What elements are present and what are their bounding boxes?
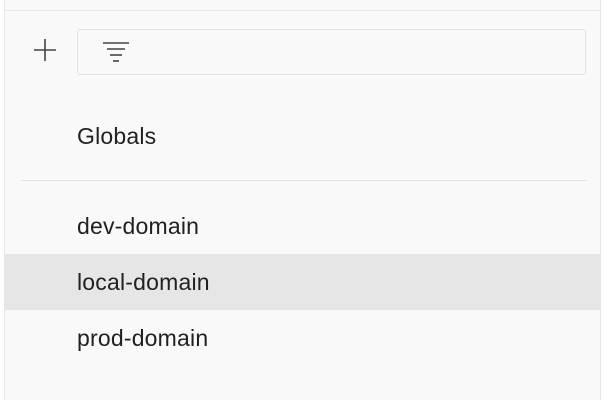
environment-item-prod-domain[interactable]: prod-domain [5,310,600,366]
environments-panel: Globals dev-domain local-domain prod-dom… [4,0,601,400]
section-divider [21,180,587,181]
filter-input[interactable] [140,30,580,74]
environment-label: local-domain [77,268,210,295]
globals-item[interactable]: Globals [5,108,600,164]
filter-field[interactable] [77,29,586,75]
environment-item-dev-domain[interactable]: dev-domain [5,198,600,254]
globals-label: Globals [77,122,157,149]
environment-label: prod-domain [77,324,209,351]
toolbar [5,28,600,76]
plus-icon [32,37,58,68]
environment-label: dev-domain [77,212,200,239]
filter-icon [102,40,130,66]
add-environment-button[interactable] [29,36,61,68]
environment-item-local-domain[interactable]: local-domain [5,254,600,310]
top-divider [5,10,600,11]
